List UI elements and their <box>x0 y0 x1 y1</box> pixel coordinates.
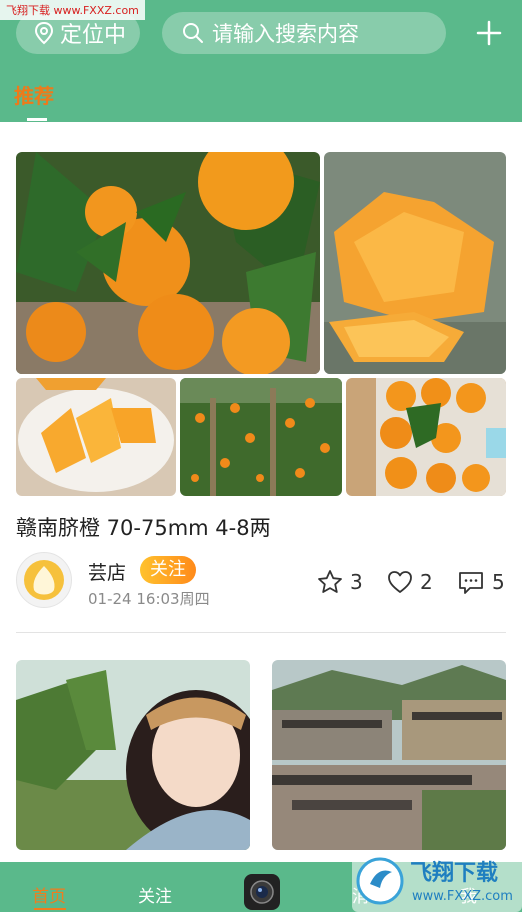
like-count: 2 <box>420 570 433 594</box>
follow-button[interactable]: 关注 <box>140 556 196 584</box>
svg-text:飞翔下载: 飞翔下载 <box>410 860 498 886</box>
post-image-5[interactable] <box>346 378 506 496</box>
nav-home[interactable]: 首页 <box>32 882 66 907</box>
add-icon[interactable] <box>474 18 504 48</box>
site-logo-watermark: 飞翔下载 www.FXXZ.com <box>352 850 522 912</box>
post-image-main[interactable] <box>16 152 320 374</box>
avatar[interactable] <box>16 552 72 608</box>
comment-icon <box>459 572 483 594</box>
post-time: 01-24 16:03周四 <box>88 590 210 608</box>
star-icon <box>318 570 342 593</box>
divider <box>16 632 506 633</box>
feed-card-image-right[interactable] <box>272 660 506 850</box>
heart-icon <box>388 571 412 593</box>
camera-icon <box>250 880 274 904</box>
feed-card-image-left[interactable] <box>16 660 250 850</box>
nav-follow[interactable]: 关注 <box>138 882 172 907</box>
watermark-text: 飞翔下载 www.FXXZ.com <box>0 0 145 20</box>
shop-name[interactable]: 芸店 <box>88 558 126 585</box>
star-count: 3 <box>350 570 363 594</box>
post-image-3[interactable] <box>16 378 176 496</box>
svg-text:www.FXXZ.com: www.FXXZ.com <box>412 889 513 904</box>
nav-home-indicator <box>34 908 66 910</box>
star-stat[interactable]: 3 <box>316 568 363 596</box>
search-input[interactable]: 请输入搜索内容 <box>162 12 446 54</box>
post-image-2[interactable] <box>324 152 506 374</box>
tab-recommend[interactable]: 推荐 <box>14 80 54 109</box>
comment-count: 5 <box>492 570 505 594</box>
search-icon <box>183 23 203 43</box>
shop-logo-icon <box>24 560 64 600</box>
post-image-4[interactable] <box>180 378 342 496</box>
comment-stat[interactable]: 5 <box>456 568 505 596</box>
location-pin-icon <box>34 21 54 45</box>
search-placeholder: 请输入搜索内容 <box>212 22 359 46</box>
camera-button[interactable] <box>244 874 280 910</box>
like-stat[interactable]: 2 <box>386 568 433 596</box>
tab-active-indicator <box>27 118 47 121</box>
post-title[interactable]: 赣南脐橙 70-75mm 4-8两 <box>16 512 271 542</box>
location-label: 定位中 <box>60 23 127 48</box>
